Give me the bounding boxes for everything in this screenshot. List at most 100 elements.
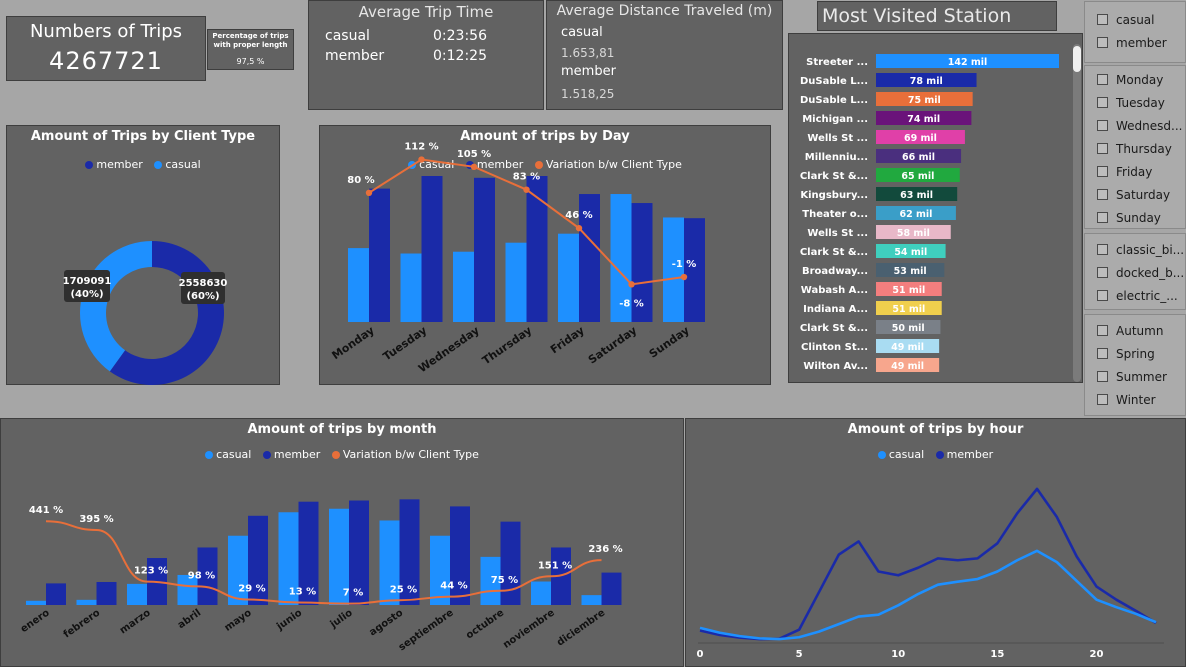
station-value-label: 51 mil [892,304,925,315]
slicer-thursday[interactable]: Thursday [1085,137,1185,160]
checkbox[interactable] [1097,97,1108,108]
option-label: Sunday [1116,210,1161,225]
month-bar-casual [26,600,46,605]
casual-value-label: 1709091 [63,276,112,287]
stations-panel: Streeter ... 142 mil DuSable L... 78 mil DuS… [788,33,1083,383]
slicer-summer[interactable]: Summer [1085,365,1185,388]
checkbox[interactable] [1097,212,1108,223]
option-label: Thursday [1116,141,1172,156]
stations-scrollbar[interactable] [1073,44,1081,382]
day-variation-point [628,281,635,288]
hour-tick-label: 5 [796,649,803,660]
slicer-casual[interactable]: casual [1085,8,1185,31]
slicer-electric-bike[interactable]: electric_... [1085,284,1185,307]
member-value-label: 2558630 [179,278,228,289]
station-name-label: Wells St ... [807,228,868,239]
month-tick-label: septiembre [397,607,456,653]
checkbox[interactable] [1097,14,1108,25]
station-name-label: Clinton St... [801,342,868,353]
stations-scroll-thumb[interactable] [1073,46,1081,72]
slicer-autumn[interactable]: Autumn [1085,319,1185,342]
month-bar-member [500,521,521,605]
station-name-label: Millenniu... [805,152,868,163]
checkbox[interactable] [1097,290,1108,301]
hour-tick-label: 20 [1090,649,1104,660]
slicer-tuesday[interactable]: Tuesday [1085,91,1185,114]
checkbox[interactable] [1097,371,1108,382]
station-value-label: 78 mil [910,76,943,87]
day-variation-point [680,273,688,281]
day-variation-point [575,224,583,232]
trips-card: Numbers of Trips 4267721 [6,16,206,81]
month-bar-casual [531,581,551,605]
checkbox[interactable] [1097,74,1108,85]
checkbox[interactable] [1097,244,1108,255]
station-name-label: Wilton Av... [803,361,868,372]
slicer-docked-bike[interactable]: docked_b... [1085,261,1185,284]
checkbox[interactable] [1097,348,1108,359]
checkbox[interactable] [1097,166,1108,177]
avg-time-member-value: 0:12:25 [433,48,487,64]
month-tick-label: junio [274,607,304,633]
option-label: Summer [1116,369,1167,384]
avg-distance-title: Average Distance Traveled (m) [556,3,773,19]
month-tick-label: diciembre [555,607,607,648]
slicer-spring[interactable]: Spring [1085,342,1185,365]
day-bar-member [421,176,443,322]
client-type-donut: 2558630 (60%) 1709091 (40%) [63,241,228,385]
slicer-wednesday[interactable]: Wednesd... [1085,114,1185,137]
month-tick-label: agosto [367,607,405,638]
slicer-friday[interactable]: Friday [1085,160,1185,183]
month-variation-label: 123 % [134,566,168,577]
stations-title-box: Most Visited Station [817,1,1057,31]
option-label: Spring [1116,346,1155,361]
station-value-label: 62 mil [899,209,932,220]
month-tick-label: febrero [62,607,103,640]
day-bar-member [474,177,495,322]
day-variation-label: 112 % [404,142,438,153]
day-bar-casual [505,242,527,322]
slicer-classic-bike[interactable]: classic_bi... [1085,238,1185,261]
month-variation-label: 98 % [188,570,215,581]
stations-title: Most Visited Station [822,5,1012,27]
slicer-saturday[interactable]: Saturday [1085,183,1185,206]
hour-tick-label: 0 [697,649,704,660]
option-label: electric_... [1116,288,1178,303]
month-bar-member [601,572,622,605]
option-label: Wednesd... [1116,118,1183,133]
option-label: Tuesday [1116,95,1165,110]
avg-distance-card: Average Distance Traveled (m) casual 1.6… [546,0,783,110]
station-name-label: Clark St &... [800,247,868,258]
station-value-label: 69 mil [904,133,937,144]
slicer-member[interactable]: member [1085,31,1185,54]
slicer-monday[interactable]: Monday [1085,68,1185,91]
day-bar-casual [558,233,579,322]
day-variation-point [365,189,373,196]
avg-distance-casual-value: 1.653,81 [561,46,615,60]
checkbox[interactable] [1097,189,1108,200]
station-name-label: DuSable L... [800,95,868,106]
station-value-label: 49 mil [891,361,924,372]
checkbox[interactable] [1097,37,1108,48]
checkbox[interactable] [1097,120,1108,131]
checkbox[interactable] [1097,394,1108,405]
station-value-label: 50 mil [892,323,925,334]
day-chart-plot: Monday TuesdayWednesdayThursday Friday Satu… [330,142,705,375]
day-variation-label: 83 % [513,172,540,183]
hour-tick-label: 15 [990,649,1004,660]
checkbox[interactable] [1097,325,1108,336]
checkbox[interactable] [1097,267,1108,278]
hour-line-member [699,487,1157,641]
slicer-winter[interactable]: Winter [1085,388,1185,411]
day-tick-label: Thursday [480,324,534,368]
checkbox[interactable] [1097,143,1108,154]
month-variation-label: 25 % [390,584,417,595]
day-variation-label: -8 % [619,298,644,309]
station-name-label: Theater o... [802,209,868,220]
trips-title: Numbers of Trips [29,21,183,42]
month-bar-casual [430,535,450,605]
slicer-sunday[interactable]: Sunday [1085,206,1185,229]
avg-trip-time-title: Average Trip Time [358,3,494,21]
month-tick-label: enero [19,607,52,635]
day-tick-label: Friday [548,324,587,357]
